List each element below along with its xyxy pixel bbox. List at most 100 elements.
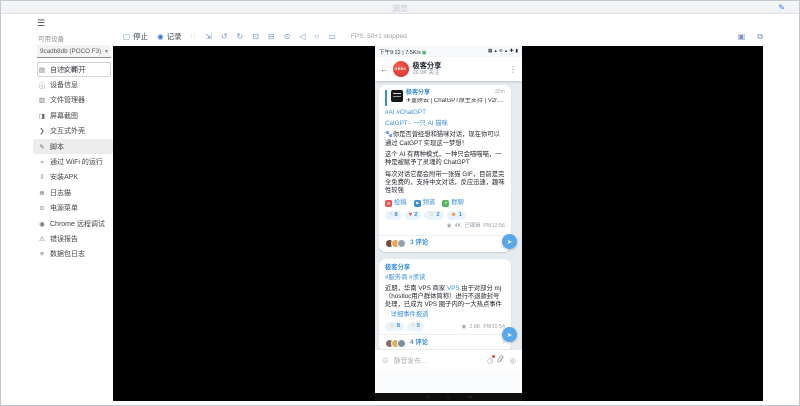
network-speed-icon: ▣ <box>422 50 427 56</box>
nav-back-icon[interactable]: ◁ <box>425 394 428 400</box>
device-dropdown[interactable]: 9cadb8db (POCO F3) ▾ <box>37 45 111 58</box>
comments-bar[interactable]: 3 评论 › <box>379 235 511 252</box>
reaction-laugh[interactable]: ☺2 <box>424 211 443 221</box>
terminal-icon: ❯ <box>38 127 46 135</box>
action-links: ✉投稿 ⚑频道 ❝群聊 <box>385 199 505 207</box>
log-icon: ≣ <box>38 189 46 197</box>
chevron-down-icon: ▾ <box>105 48 108 55</box>
channel-link[interactable]: ⚑频道 <box>414 199 436 207</box>
screenshot-icon[interactable]: ⊡ <box>252 32 259 41</box>
phone-screen[interactable]: 下午9:22 | 7.5K/s▣ ▦ ▴ ⊘ ▴ ✚ ▮ ← GEEK 极客分享… <box>375 46 522 401</box>
android-nav-bar: ◁ ○ ▭ <box>375 393 522 401</box>
sidebar-item-packet-log[interactable]: ≡数据包日志 <box>33 247 113 262</box>
share-button[interactable]: ➤ <box>502 327 517 342</box>
fullscreen-icon[interactable]: ⇲ <box>205 32 212 41</box>
clock-and-speed: 下午9:22 | 7.5K/s <box>379 50 421 56</box>
sidebar-item-chrome-debug[interactable]: ◉Chrome 远程调试 <box>33 216 113 231</box>
message-corner-label: 32m <box>495 89 505 96</box>
device-name: 9cadb8db (POCO F3) <box>40 48 105 55</box>
channel-title: 极客分享 <box>413 61 442 70</box>
views-icon: ◉ <box>447 223 452 230</box>
devices-label: 可用设备 <box>38 33 113 43</box>
group-link[interactable]: ❝群聊 <box>442 199 464 207</box>
reaction-heart[interactable]: ♥2 <box>405 211 422 221</box>
message-input-bar[interactable]: ☺ 静音发布... ◷ ◎ <box>375 349 522 370</box>
share-button[interactable]: ➤ <box>502 234 517 249</box>
message-time: PM12:56 <box>483 223 505 230</box>
message-paragraph: 每次对话它都会附带一张猫 GIF，目前是完全免费的，支持中文对话，反应迅速，趣味… <box>385 171 505 196</box>
message-paragraph: 近期，华南 VPS 商家 VPS 由于对部分 mj（hostloc用户群体简称）… <box>385 285 505 310</box>
app-window: 浏览 ✎ ·· ·· ·· ·· ·· ·· ·· ·· ·· ·· ·· ··… <box>0 0 800 406</box>
reaction-thumbs-up[interactable]: ☝8 <box>385 211 402 221</box>
rotate-right-icon[interactable]: ↻ <box>237 32 244 41</box>
back-icon[interactable]: ← <box>380 64 389 74</box>
attach-icon[interactable] <box>497 355 505 366</box>
rotate-left-icon[interactable]: ↺ <box>221 32 228 41</box>
views-count: 2.8K <box>469 324 480 331</box>
back-icon[interactable]: ◁ <box>299 32 305 41</box>
download-icon: ⇩ <box>38 173 46 181</box>
sidebar-item-bug-report[interactable]: ⚠错误报告 <box>33 231 113 246</box>
comments-label: 3 评论 <box>410 239 428 247</box>
hashtags[interactable]: #服务商 #须读 <box>385 274 505 282</box>
bot-link[interactable]: CatGPT - 一只 AI 猫咪 <box>385 120 505 128</box>
input-area-spacer <box>375 370 522 393</box>
app-switch-icon[interactable]: ▭ <box>328 32 336 41</box>
sidebar-item-screenshot[interactable]: ◨屏幕截图 <box>33 108 113 123</box>
stop-button[interactable]: ▢停止 <box>123 31 148 42</box>
nav-recent-icon[interactable]: ▭ <box>467 394 471 400</box>
emoji-icon[interactable]: ☺ <box>381 355 390 365</box>
expand-icon[interactable]: ⧉ <box>757 32 763 42</box>
mirror-canvas[interactable]: 下午9:22 | 7.5K/s▣ ▦ ▴ ⊘ ▴ ✚ ▮ ← GEEK 极客分享… <box>113 46 763 401</box>
message-input-placeholder[interactable]: 静音发布... <box>394 355 483 365</box>
screenshot-icon: ◨ <box>38 112 46 120</box>
detail-link[interactable]: ☞详细事件报道 <box>385 311 505 319</box>
sidebar-item-interactive-shell[interactable]: ❯交互式外壳 <box>33 124 113 139</box>
reactions: ☝8 ♥2 ☺2 ☻1 <box>385 211 505 221</box>
power-icon[interactable]: ⊙ <box>284 32 291 41</box>
hashtags[interactable]: #AI #ChatGPT <box>385 109 505 117</box>
channel-name[interactable]: 极客分享 <box>385 264 505 272</box>
edit-icon[interactable]: ✎ <box>778 3 785 12</box>
pip-icon[interactable]: ⊟ <box>268 32 275 41</box>
views-icon: ◉ <box>462 324 467 331</box>
schedule-icon[interactable]: ◷ <box>487 356 494 365</box>
share-arrow-icon: ➤ <box>507 238 512 246</box>
home-icon[interactable]: ○ <box>314 32 319 41</box>
reaction-laugh[interactable]: ☺8 <box>385 322 404 332</box>
nav-home-icon[interactable]: ○ <box>447 395 450 400</box>
mute-icon: ⊘ <box>499 49 503 54</box>
message-bubble[interactable]: 32m 极客分享 ✈重磅云 | ChatGPT原生支持 | V2rayN6… #… <box>379 85 511 252</box>
chrome-icon: ◉ <box>38 220 46 228</box>
record-toggle[interactable]: ◉记录 <box>157 31 182 42</box>
vps-link[interactable]: VPS <box>447 285 460 292</box>
reaction-hug[interactable]: ☻1 <box>447 211 466 221</box>
record-icon[interactable]: ◎ <box>509 356 516 365</box>
sidebar-item-adb-over-wifi[interactable]: ≈通过 WiFi 的运行 <box>33 154 113 169</box>
reply-thumbnail <box>391 90 403 102</box>
message-paragraph: 🐾你是否曾经想和猫咪对话，现在你可以通过 CatGPT 实现这一梦想！ <box>385 131 505 148</box>
sidebar-item-device-info[interactable]: ⓘ设备信息 <box>33 77 113 92</box>
stop-icon: ▢ <box>123 32 130 41</box>
more-menu-icon[interactable]: ⋮ <box>509 65 517 74</box>
sidebar-item-readme[interactable]: ▤自述文件 <box>33 62 113 77</box>
sidebar-item-scrcpy[interactable]: ✎脚本 <box>33 139 113 154</box>
channel-avatar[interactable]: GEEK <box>393 61 409 77</box>
notification-dot <box>492 355 495 358</box>
signal-icon: ▴ <box>494 49 496 54</box>
sidebar-item-install-apk[interactable]: ⇩安装APK <box>33 170 113 185</box>
reply-preview[interactable]: 极客分享 ✈重磅云 | ChatGPT原生支持 | V2rayN6… <box>385 90 505 106</box>
bug-icon: ⚠ <box>38 235 46 243</box>
sidebar-item-power-menu[interactable]: ⊙电源菜单 <box>33 201 113 216</box>
sidebar-item-logcat[interactable]: ≣日志猫 <box>33 185 113 200</box>
submit-link[interactable]: ✉投稿 <box>385 199 407 207</box>
camera-icon[interactable]: ▣ <box>738 32 746 42</box>
sidebar-item-file-manager[interactable]: ▥文件管理器 <box>33 93 113 108</box>
sidebar-nav: ▤自述文件 ⓘ设备信息 ▥文件管理器 ◨屏幕截图 ❯交互式外壳 ✎脚本 ≈通过 … <box>33 62 113 262</box>
reaction-thumbs-up[interactable]: ☝5 <box>407 322 424 332</box>
menu-icon[interactable]: ☰ <box>37 18 51 30</box>
window-title: 浏览 <box>1 3 799 14</box>
folder-icon: ▥ <box>38 96 46 104</box>
message-bubble[interactable]: 极客分享 #服务商 #须读 近期，华南 VPS 商家 VPS 由于对部分 mj（… <box>379 259 511 352</box>
message-meta: ◉ 2.8K PM10:54 <box>462 324 505 331</box>
